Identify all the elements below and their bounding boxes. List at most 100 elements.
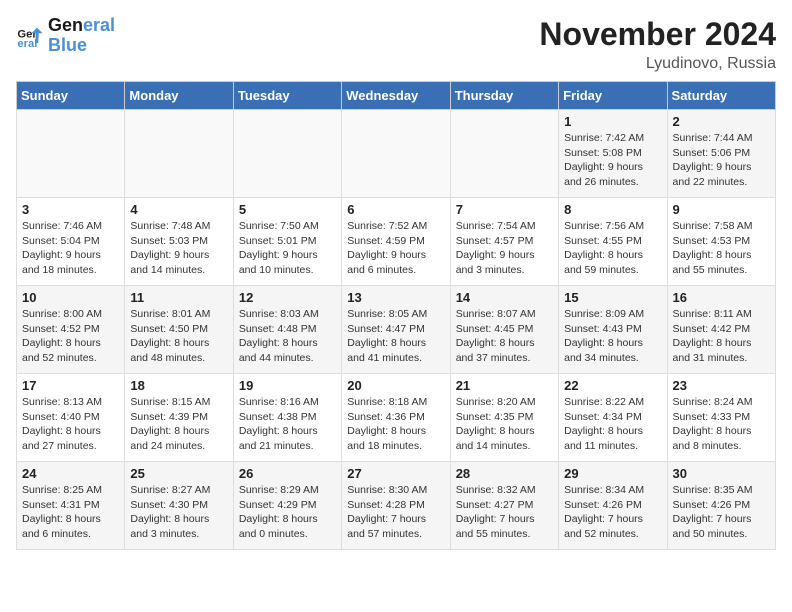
day-info: Sunrise: 7:54 AM Sunset: 4:57 PM Dayligh… (456, 219, 553, 278)
calendar-day-cell: 20Sunrise: 8:18 AM Sunset: 4:36 PM Dayli… (342, 374, 450, 462)
weekday-header-cell: Sunday (17, 82, 125, 110)
header: Gen eral General Blue November 2024 Lyud… (16, 16, 776, 73)
day-number: 5 (239, 202, 336, 217)
day-info: Sunrise: 7:50 AM Sunset: 5:01 PM Dayligh… (239, 219, 336, 278)
day-info: Sunrise: 7:44 AM Sunset: 5:06 PM Dayligh… (673, 131, 770, 190)
calendar-day-cell (233, 110, 341, 198)
calendar-day-cell: 21 Sunrise: 8:20 AM Sunset: 4:35 PM Dayli… (450, 374, 558, 462)
day-number: 9 (673, 202, 770, 217)
day-number: 21 (456, 378, 553, 393)
calendar-day-cell: 27Sunrise: 8:30 AM Sunset: 4:28 PM Dayli… (342, 462, 450, 550)
day-number: 26 (239, 466, 336, 481)
day-number: 29 (564, 466, 661, 481)
day-number: 15 (564, 290, 661, 305)
calendar-day-cell: 4Sunrise: 7:48 AM Sunset: 5:03 PM Daylig… (125, 198, 233, 286)
day-info: Sunrise: 8:20 AM Sunset: 4:35 PM Dayligh… (456, 395, 553, 454)
day-number: 6 (347, 202, 444, 217)
calendar-day-cell: 8 Sunrise: 7:56 AM Sunset: 4:55 PM Daylig… (559, 198, 667, 286)
calendar-day-cell: 23 Sunrise: 8:24 AM Sunset: 4:33 PM Dayli… (667, 374, 775, 462)
day-number: 16 (673, 290, 770, 305)
day-info: Sunrise: 7:52 AM Sunset: 4:59 PM Dayligh… (347, 219, 444, 278)
weekday-header-cell: Friday (559, 82, 667, 110)
day-info: Sunrise: 8:13 AM Sunset: 4:40 PM Dayligh… (22, 395, 119, 454)
calendar-day-cell: 24 Sunrise: 8:25 AM Sunset: 4:31 PM Dayli… (17, 462, 125, 550)
day-info: Sunrise: 8:18 AM Sunset: 4:36 PM Dayligh… (347, 395, 444, 454)
calendar-day-cell (17, 110, 125, 198)
day-number: 30 (673, 466, 770, 481)
calendar-day-cell: 11Sunrise: 8:01 AM Sunset: 4:50 PM Dayli… (125, 286, 233, 374)
calendar-day-cell: 7 Sunrise: 7:54 AM Sunset: 4:57 PM Daylig… (450, 198, 558, 286)
calendar-day-cell: 10Sunrise: 8:00 AM Sunset: 4:52 PM Dayli… (17, 286, 125, 374)
weekday-header-cell: Thursday (450, 82, 558, 110)
weekday-header-cell: Wednesday (342, 82, 450, 110)
logo-icon: Gen eral (16, 22, 44, 50)
day-number: 7 (456, 202, 553, 217)
day-number: 11 (130, 290, 227, 305)
weekday-header-cell: Tuesday (233, 82, 341, 110)
day-number: 28 (456, 466, 553, 481)
calendar-body: 1 Sunrise: 7:42 AM Sunset: 5:08 PM Daylig… (17, 110, 776, 550)
calendar-week-row: 10Sunrise: 8:00 AM Sunset: 4:52 PM Dayli… (17, 286, 776, 374)
logo-line1: General (48, 16, 115, 36)
day-info: Sunrise: 8:35 AM Sunset: 4:26 PM Dayligh… (673, 483, 770, 542)
day-info: Sunrise: 8:05 AM Sunset: 4:47 PM Dayligh… (347, 307, 444, 366)
day-info: Sunrise: 8:03 AM Sunset: 4:48 PM Dayligh… (239, 307, 336, 366)
day-info: Sunrise: 7:42 AM Sunset: 5:08 PM Dayligh… (564, 131, 661, 190)
day-info: Sunrise: 7:56 AM Sunset: 4:55 PM Dayligh… (564, 219, 661, 278)
calendar-week-row: 1 Sunrise: 7:42 AM Sunset: 5:08 PM Daylig… (17, 110, 776, 198)
day-info: Sunrise: 7:46 AM Sunset: 5:04 PM Dayligh… (22, 219, 119, 278)
calendar-day-cell: 30 Sunrise: 8:35 AM Sunset: 4:26 PM Dayli… (667, 462, 775, 550)
day-number: 25 (130, 466, 227, 481)
day-number: 17 (22, 378, 119, 393)
calendar-day-cell: 2Sunrise: 7:44 AM Sunset: 5:06 PM Daylig… (667, 110, 775, 198)
calendar-day-cell (342, 110, 450, 198)
day-info: Sunrise: 8:32 AM Sunset: 4:27 PM Dayligh… (456, 483, 553, 542)
day-info: Sunrise: 7:58 AM Sunset: 4:53 PM Dayligh… (673, 219, 770, 278)
day-number: 1 (564, 114, 661, 129)
calendar-day-cell: 22 Sunrise: 8:22 AM Sunset: 4:34 PM Dayli… (559, 374, 667, 462)
day-info: Sunrise: 8:11 AM Sunset: 4:42 PM Dayligh… (673, 307, 770, 366)
calendar-table: SundayMondayTuesdayWednesdayThursdayFrid… (16, 81, 776, 550)
day-info: Sunrise: 8:15 AM Sunset: 4:39 PM Dayligh… (130, 395, 227, 454)
month-title: November 2024 (539, 16, 776, 53)
day-info: Sunrise: 8:25 AM Sunset: 4:31 PM Dayligh… (22, 483, 119, 542)
day-info: Sunrise: 8:09 AM Sunset: 4:43 PM Dayligh… (564, 307, 661, 366)
day-number: 24 (22, 466, 119, 481)
day-number: 19 (239, 378, 336, 393)
day-number: 12 (239, 290, 336, 305)
calendar-week-row: 24 Sunrise: 8:25 AM Sunset: 4:31 PM Dayli… (17, 462, 776, 550)
day-number: 8 (564, 202, 661, 217)
calendar-day-cell: 18Sunrise: 8:15 AM Sunset: 4:39 PM Dayli… (125, 374, 233, 462)
title-area: November 2024 Lyudinovo, Russia (539, 16, 776, 73)
calendar-day-cell: 9 Sunrise: 7:58 AM Sunset: 4:53 PM Daylig… (667, 198, 775, 286)
logo-line2: Blue (48, 36, 115, 56)
calendar-day-cell: 5 Sunrise: 7:50 AM Sunset: 5:01 PM Daylig… (233, 198, 341, 286)
calendar-day-cell: 1 Sunrise: 7:42 AM Sunset: 5:08 PM Daylig… (559, 110, 667, 198)
calendar-day-cell (450, 110, 558, 198)
calendar-day-cell: 16 Sunrise: 8:11 AM Sunset: 4:42 PM Dayli… (667, 286, 775, 374)
calendar-day-cell: 14Sunrise: 8:07 AM Sunset: 4:45 PM Dayli… (450, 286, 558, 374)
calendar-day-cell: 25 Sunrise: 8:27 AM Sunset: 4:30 PM Dayli… (125, 462, 233, 550)
svg-text:eral: eral (17, 38, 37, 50)
calendar-week-row: 3Sunrise: 7:46 AM Sunset: 5:04 PM Daylig… (17, 198, 776, 286)
day-number: 22 (564, 378, 661, 393)
weekday-header-row: SundayMondayTuesdayWednesdayThursdayFrid… (17, 82, 776, 110)
calendar-day-cell: 26Sunrise: 8:29 AM Sunset: 4:29 PM Dayli… (233, 462, 341, 550)
calendar-day-cell: 19Sunrise: 8:16 AM Sunset: 4:38 PM Dayli… (233, 374, 341, 462)
day-info: Sunrise: 8:34 AM Sunset: 4:26 PM Dayligh… (564, 483, 661, 542)
day-info: Sunrise: 7:48 AM Sunset: 5:03 PM Dayligh… (130, 219, 227, 278)
weekday-header-cell: Monday (125, 82, 233, 110)
calendar-day-cell: 28 Sunrise: 8:32 AM Sunset: 4:27 PM Dayli… (450, 462, 558, 550)
day-info: Sunrise: 8:22 AM Sunset: 4:34 PM Dayligh… (564, 395, 661, 454)
day-number: 14 (456, 290, 553, 305)
day-info: Sunrise: 8:30 AM Sunset: 4:28 PM Dayligh… (347, 483, 444, 542)
calendar-day-cell: 13 Sunrise: 8:05 AM Sunset: 4:47 PM Dayli… (342, 286, 450, 374)
calendar-day-cell: 3Sunrise: 7:46 AM Sunset: 5:04 PM Daylig… (17, 198, 125, 286)
calendar-day-cell: 15 Sunrise: 8:09 AM Sunset: 4:43 PM Dayli… (559, 286, 667, 374)
day-number: 13 (347, 290, 444, 305)
day-info: Sunrise: 8:24 AM Sunset: 4:33 PM Dayligh… (673, 395, 770, 454)
logo: Gen eral General Blue (16, 16, 115, 56)
calendar-day-cell: 17 Sunrise: 8:13 AM Sunset: 4:40 PM Dayli… (17, 374, 125, 462)
day-info: Sunrise: 8:27 AM Sunset: 4:30 PM Dayligh… (130, 483, 227, 542)
day-number: 23 (673, 378, 770, 393)
